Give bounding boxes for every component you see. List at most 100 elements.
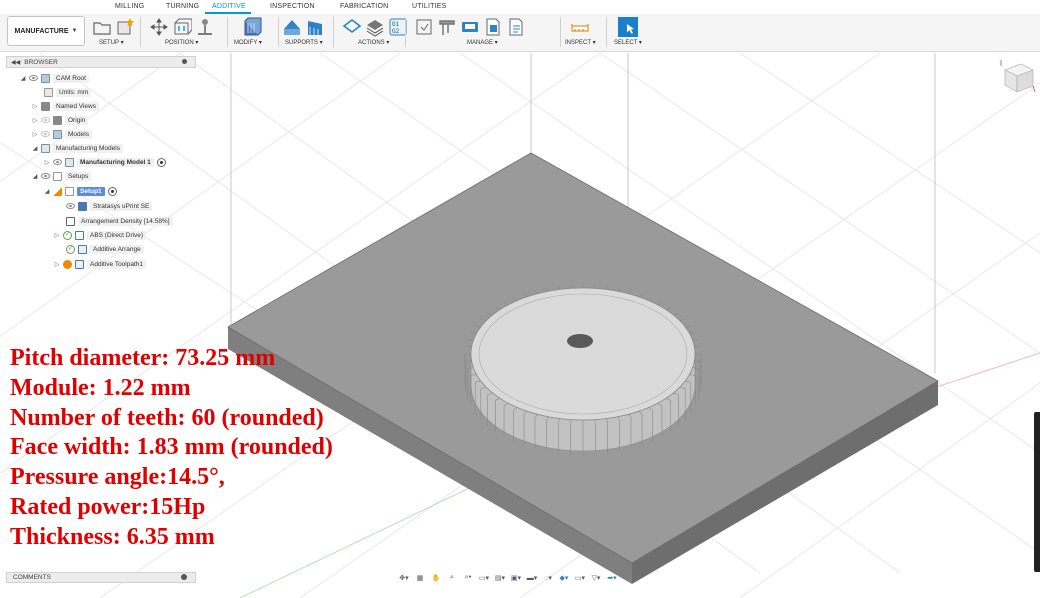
eye-icon[interactable] xyxy=(66,203,75,209)
new-setup-icon[interactable] xyxy=(115,17,135,37)
machine-library-icon[interactable] xyxy=(460,17,480,37)
expand-down-icon[interactable]: ◢ xyxy=(32,145,38,152)
viewports-icon[interactable]: ▣▾ xyxy=(509,573,523,583)
tree-item-models[interactable]: ▷ Models xyxy=(32,128,92,140)
comments-panel[interactable]: COMMENTS xyxy=(6,572,196,583)
setup-group-label[interactable]: SETUP ▾ xyxy=(99,39,124,46)
toolbar-divider xyxy=(278,17,279,47)
tree-item-arrangement-density[interactable]: Arrangement Density [14.58%] xyxy=(66,215,173,227)
select-icon[interactable] xyxy=(618,17,638,37)
expand-down-icon[interactable]: ◢ xyxy=(44,188,50,195)
inspect-group-label[interactable]: INSPECT ▾ xyxy=(565,39,596,46)
expand-right-icon[interactable]: ▷ xyxy=(32,103,38,110)
browser-header[interactable]: ◀◀ BROWSER xyxy=(6,56,196,68)
expand-right-icon[interactable]: ▷ xyxy=(32,131,38,138)
tab-additive[interactable]: ADDITIVE xyxy=(212,3,246,10)
supports-group xyxy=(282,17,325,37)
setup-group xyxy=(92,17,135,37)
table-icon xyxy=(66,216,75,226)
section-analysis-icon[interactable]: ➡▾ xyxy=(605,573,619,583)
gear-bore xyxy=(567,334,593,348)
template-library-icon[interactable] xyxy=(506,17,526,37)
pan-icon[interactable]: ✋ xyxy=(429,573,443,583)
tree-item-origin[interactable]: ▷ Origin xyxy=(32,114,89,126)
models-icon xyxy=(53,129,62,139)
tree-item-machine[interactable]: Stratasys uPrint SE xyxy=(66,200,153,212)
manage-group-label[interactable]: MANAGE ▾ xyxy=(467,39,498,46)
tree-item-cam-root[interactable]: ◢ CAM Root xyxy=(20,72,89,84)
expand-right-icon[interactable]: ▷ xyxy=(44,159,50,166)
side-panel-handle[interactable] xyxy=(1034,412,1040,572)
simulate-icon[interactable] xyxy=(365,17,385,37)
folder-open-icon xyxy=(65,186,74,196)
expand-right-icon[interactable]: ▷ xyxy=(54,261,60,268)
select-group-label[interactable]: SELECT ▾ xyxy=(614,39,642,46)
position-group-label[interactable]: POSITION ▾ xyxy=(165,39,198,46)
look-at-icon[interactable]: ▦ xyxy=(413,573,427,583)
expand-down-icon[interactable]: ◢ xyxy=(20,75,26,82)
tab-milling[interactable]: MILLING xyxy=(115,3,144,10)
tab-turning[interactable]: TURNING xyxy=(166,3,199,10)
filter-icon[interactable]: ▽▾ xyxy=(589,573,603,583)
tree-item-setup1[interactable]: ◢ Setup1 xyxy=(44,185,117,197)
modify-icon[interactable] xyxy=(242,17,262,37)
eye-icon[interactable] xyxy=(41,131,50,137)
toolbar-divider xyxy=(227,17,228,47)
tree-item-manufacturing-models[interactable]: ◢ Manufacturing Models xyxy=(32,142,123,154)
tree-item-setups[interactable]: ◢ Setups xyxy=(32,170,92,182)
toolpath-icon xyxy=(75,259,84,269)
toolbar: MANUFACTURE ▼ SETUP ▾ POSITION ▾ MODIFY … xyxy=(0,14,1040,52)
tree-item-additive-arrange[interactable]: ✓ Additive Arrange xyxy=(66,243,144,255)
gear-model[interactable] xyxy=(464,284,702,455)
effects-icon[interactable]: ◆▾ xyxy=(557,573,571,583)
gear-spec-annotation: Pitch diameter: 73.25 mm Module: 1.22 mm… xyxy=(10,344,333,553)
grid-settings-icon[interactable]: ▤▾ xyxy=(493,573,507,583)
collapse-icon[interactable]: ◀◀ xyxy=(11,59,20,66)
tree-item-units[interactable]: Units: mm xyxy=(44,86,92,98)
active-radio-icon[interactable] xyxy=(107,186,117,196)
toolbar-divider xyxy=(333,17,334,47)
eye-icon[interactable] xyxy=(41,117,50,123)
place-icon[interactable] xyxy=(172,17,192,37)
active-radio-icon[interactable] xyxy=(156,157,166,167)
viewcube-icon[interactable] xyxy=(995,58,1037,98)
zoom-icon[interactable]: ⌕ xyxy=(445,573,459,583)
eye-icon[interactable] xyxy=(53,159,62,165)
expand-right-icon[interactable]: ▷ xyxy=(32,117,38,124)
post-library-icon[interactable] xyxy=(483,17,503,37)
actions-group-label[interactable]: ACTIONS ▾ xyxy=(358,39,389,46)
move-icon[interactable] xyxy=(149,17,169,37)
workspace-switcher-button[interactable]: MANUFACTURE ▼ xyxy=(7,16,85,46)
pin-icon[interactable] xyxy=(182,59,187,64)
tool-library-icon[interactable] xyxy=(437,17,457,37)
position-group xyxy=(149,17,215,37)
tab-fabrication[interactable]: FABRICATION xyxy=(340,3,388,10)
tree-item-material[interactable]: ▷ ✓ ABS (Direct Drive) xyxy=(54,229,147,241)
actions-icon[interactable] xyxy=(342,17,362,37)
camera-icon[interactable]: ▬▾ xyxy=(525,573,539,583)
eye-icon[interactable] xyxy=(29,75,38,81)
environment-icon[interactable]: ◌▾ xyxy=(541,573,555,583)
zoom-window-icon[interactable]: ⌕▾ xyxy=(461,573,475,583)
tab-inspection[interactable]: INSPECTION xyxy=(270,3,315,10)
tree-item-additive-toolpath[interactable]: ▷ Additive Toolpath1 xyxy=(54,258,147,270)
expand-right-icon[interactable]: ▷ xyxy=(54,232,60,239)
tree-item-named-views[interactable]: ▷ Named Views xyxy=(32,100,99,112)
supports-angled-icon[interactable] xyxy=(305,17,325,37)
orient-icon[interactable] xyxy=(195,17,215,37)
expand-down-icon[interactable]: ◢ xyxy=(32,173,38,180)
modify-group-label[interactable]: MODIFY ▾ xyxy=(234,39,262,46)
object-visibility-icon[interactable]: ▭▾ xyxy=(573,573,587,583)
eye-icon[interactable] xyxy=(41,173,50,179)
setup-icon[interactable] xyxy=(92,17,112,37)
orbit-icon[interactable]: ✥▾ xyxy=(397,573,411,583)
supports-group-label[interactable]: SUPPORTS ▾ xyxy=(285,39,323,46)
navigation-bar: ✥▾ ▦ ✋ ⌕ ⌕▾ ▭▾ ▤▾ ▣▾ ▬▾ ◌▾ ◆▾ ▭▾ ▽▾ ➡▾ xyxy=(397,573,619,583)
manage-icon[interactable] xyxy=(414,17,434,37)
tree-item-manufacturing-model-1[interactable]: ▷ Manufacturing Model 1 xyxy=(44,156,166,168)
display-settings-icon[interactable]: ▭▾ xyxy=(477,573,491,583)
tab-utilities[interactable]: UTILITIES xyxy=(412,3,446,10)
inspect-icon[interactable] xyxy=(570,17,590,37)
add-comment-icon[interactable] xyxy=(181,574,187,580)
supports-icon[interactable] xyxy=(282,17,302,37)
